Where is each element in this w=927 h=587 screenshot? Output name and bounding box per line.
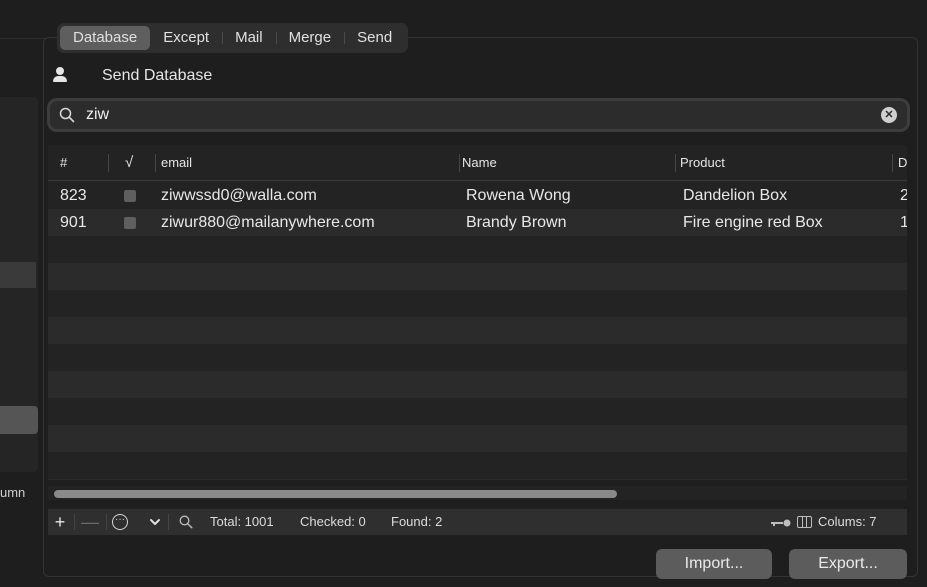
tab-database[interactable]: Database	[60, 26, 151, 50]
total-count: Total: 1001	[210, 514, 274, 529]
empty-row	[48, 398, 907, 425]
empty-row	[48, 425, 907, 452]
search-input[interactable]	[86, 104, 876, 126]
empty-row	[48, 236, 907, 263]
table-row[interactable]: 823 ziwwssd0@walla.com Rowena Wong Dande…	[48, 182, 907, 209]
row-checkbox[interactable]	[124, 190, 136, 202]
cell-d: 1	[900, 214, 907, 231]
person-icon	[53, 67, 67, 83]
columns-icon	[797, 516, 812, 528]
left-divider	[0, 38, 48, 39]
cell-number: 823	[60, 187, 87, 204]
horizontal-scrollbar[interactable]	[48, 486, 907, 500]
clear-icon[interactable]: ✕	[881, 107, 897, 123]
left-list-selected-item[interactable]	[0, 262, 36, 288]
table-body: 823 ziwwssd0@walla.com Rowena Wong Dande…	[48, 182, 907, 480]
results-table[interactable]: # √ email Name Product D 823 ziwwssd0@wa…	[48, 145, 907, 480]
export-button[interactable]: Export...	[789, 549, 907, 579]
cell-email: ziwwssd0@walla.com	[161, 187, 317, 204]
table-row[interactable]: 901 ziwur880@mailanywhere.com Brandy Bro…	[48, 209, 907, 236]
column-header-number[interactable]: #	[60, 145, 67, 181]
plus-icon[interactable]: +	[48, 509, 72, 535]
tab-send[interactable]: Send	[344, 26, 405, 50]
column-header-name[interactable]: Name	[462, 145, 497, 181]
column-header-email[interactable]: email	[161, 145, 192, 181]
import-button[interactable]: Import...	[656, 549, 772, 579]
column-header-d[interactable]: D	[898, 145, 907, 181]
tab-bar: Database Except Mail Merge Send	[57, 23, 409, 53]
empty-row	[48, 344, 907, 371]
scrollbar-thumb[interactable]	[54, 490, 617, 498]
cell-d: 2	[900, 187, 907, 204]
bottom-toolbar: + — ··· Total: 1001 Checked: 0 Found: 2 …	[48, 509, 907, 535]
columns-count: Colums: 7	[818, 514, 877, 529]
empty-row	[48, 317, 907, 344]
empty-row	[48, 263, 907, 290]
checked-count: Checked: 0	[300, 514, 366, 529]
cell-product: Fire engine red Box	[683, 214, 823, 231]
cell-number: 901	[60, 214, 87, 231]
cell-product: Dandelion Box	[683, 187, 788, 204]
search-icon	[179, 515, 193, 529]
column-header-checked[interactable]: √	[125, 145, 133, 181]
ellipsis-icon[interactable]: ···	[112, 514, 128, 530]
empty-row	[48, 452, 907, 479]
empty-row	[48, 479, 907, 480]
table-header: # √ email Name Product D	[48, 145, 907, 181]
key-icon	[771, 519, 791, 527]
empty-row	[48, 290, 907, 317]
search-field[interactable]: ✕	[50, 101, 907, 129]
empty-row	[48, 371, 907, 398]
tab-merge[interactable]: Merge	[275, 26, 345, 50]
left-label-fragment: umn	[0, 485, 26, 500]
left-panel: umn	[0, 0, 48, 587]
cell-name: Rowena Wong	[466, 187, 571, 204]
cell-name: Brandy Brown	[466, 214, 567, 231]
minus-icon[interactable]: —	[78, 509, 102, 535]
chevron-down-icon[interactable]	[149, 516, 161, 528]
page-title: Send Database	[102, 67, 213, 84]
row-checkbox[interactable]	[124, 217, 136, 229]
tab-mail[interactable]: Mail	[222, 26, 276, 50]
tab-except[interactable]: Except	[150, 26, 222, 50]
column-header-product[interactable]: Product	[680, 145, 725, 181]
cell-email: ziwur880@mailanywhere.com	[161, 214, 375, 231]
found-count: Found: 2	[391, 514, 443, 529]
search-icon	[59, 107, 75, 123]
left-button[interactable]	[0, 406, 38, 434]
